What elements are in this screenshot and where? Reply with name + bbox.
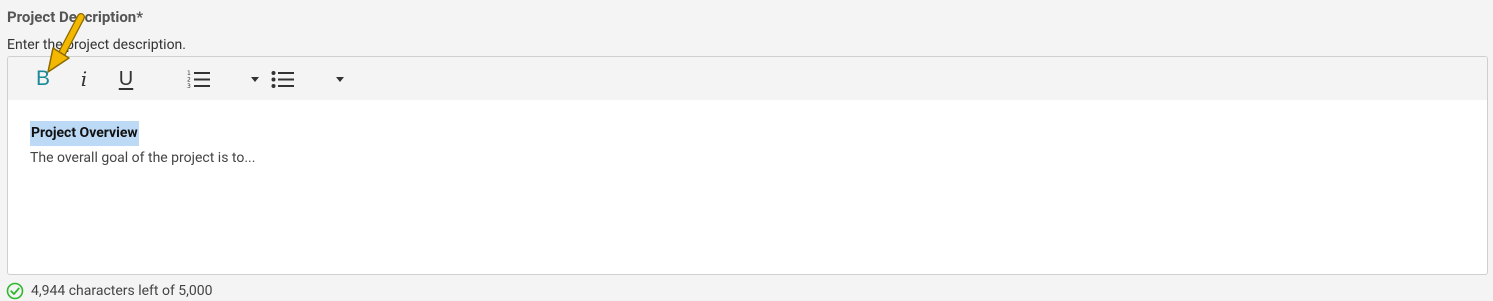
check-circle-icon — [6, 282, 24, 300]
character-count-text: 4,944 characters left of 5,000 — [31, 283, 213, 299]
dropdown-caret-icon — [251, 76, 259, 82]
bold-button[interactable]: B — [30, 66, 56, 92]
bold-icon: B — [35, 67, 50, 90]
underline-button[interactable]: U — [114, 66, 138, 92]
bullet-list-dropdown[interactable] — [333, 66, 347, 92]
ordered-list-dropdown[interactable] — [248, 66, 262, 92]
svg-text:3: 3 — [187, 83, 191, 89]
dropdown-caret-icon — [336, 76, 344, 82]
field-hint: Enter the project description. — [7, 37, 186, 53]
rich-text-editor: B i U 1 2 3 Project Overview The overall… — [7, 56, 1488, 275]
content-heading: Project Overview — [30, 121, 139, 146]
ordered-list-icon: 1 2 3 — [187, 70, 210, 89]
underline-icon: U — [118, 67, 134, 90]
italic-icon: i — [80, 67, 88, 91]
editor-toolbar: B i U 1 2 3 — [8, 57, 1487, 100]
editor-content[interactable]: Project Overview The overall goal of the… — [30, 121, 1467, 168]
italic-button[interactable]: i — [74, 66, 94, 92]
bullet-list-icon — [271, 71, 294, 88]
ordered-list-button[interactable]: 1 2 3 — [186, 66, 212, 92]
bullet-list-button[interactable] — [270, 66, 296, 92]
content-body: The overall goal of the project is to... — [30, 150, 256, 166]
field-label: Project Description* — [7, 8, 144, 26]
character-counter: 4,944 characters left of 5,000 — [6, 282, 213, 300]
